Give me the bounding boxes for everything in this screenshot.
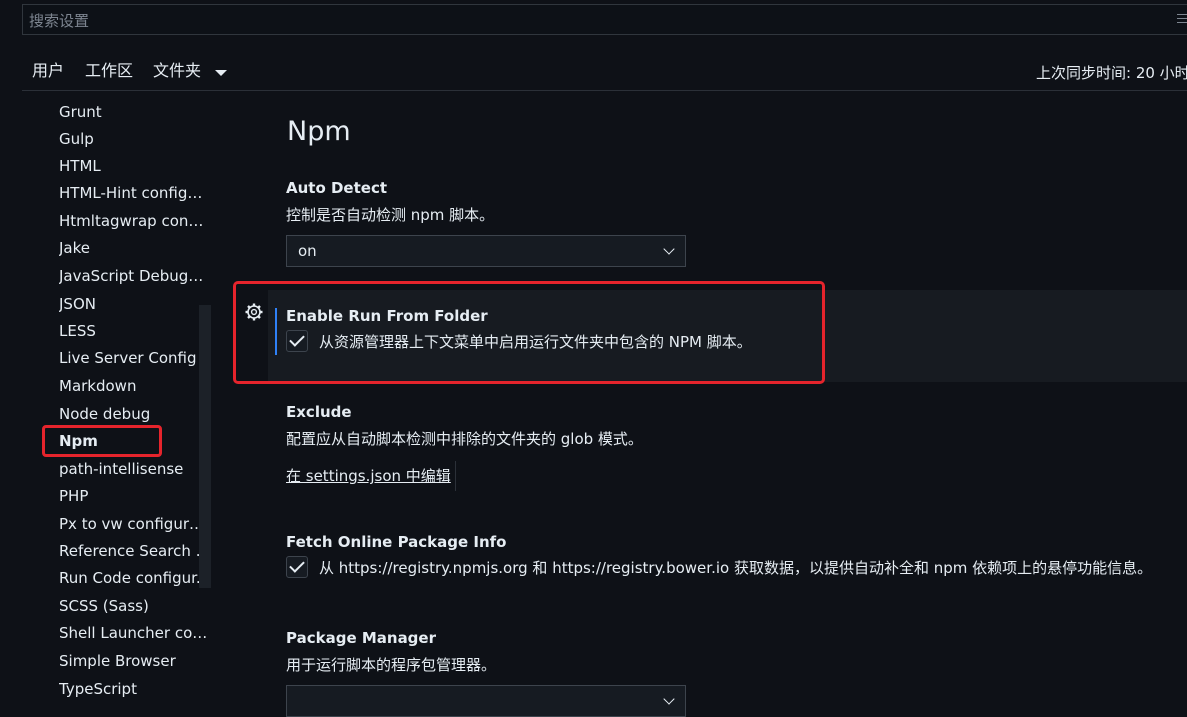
chevron-down-icon[interactable] [215,70,227,76]
toc-item-path-intellisense[interactable]: path-intellisense [59,457,211,481]
package-manager-description: 用于运行脚本的程序包管理器。 [286,656,497,674]
tab-folder[interactable]: 文件夹 [153,54,201,90]
search-bar [22,4,1187,35]
toc-item-html-hint[interactable]: HTML-Hint configu... [59,181,211,205]
chevron-down-icon [663,693,675,705]
settings-toc: Grunt Gulp HTML HTML-Hint configu... Htm… [0,100,214,698]
package-manager-dropdown[interactable] [286,685,686,717]
toc-item-px-to-vw[interactable]: Px to vw configurat... [59,512,211,536]
toc-item-html[interactable]: HTML [59,154,211,178]
fetch-info-label: 从 https://registry.npmjs.org 和 https://r… [319,559,1153,577]
toc-item-htmltagwrap[interactable]: Htmltagwrap confi... [59,209,211,233]
toc-item-simple-browser[interactable]: Simple Browser [59,649,211,673]
toc-item-live-server[interactable]: Live Server Config [59,346,211,370]
section-title: Npm [287,116,351,147]
search-input[interactable] [27,8,1151,34]
exclude-title: Exclude [286,403,352,421]
toc-scrollbar[interactable] [199,305,211,588]
toc-item-javascript-debugger[interactable]: JavaScript Debugger [59,264,211,288]
checkmark-icon [289,557,305,573]
auto-detect-description: 控制是否自动检测 npm 脚本。 [286,206,495,224]
toc-item-json[interactable]: JSON [59,292,211,316]
toc-item-php[interactable]: PHP [59,484,211,508]
auto-detect-dropdown[interactable]: on [286,235,686,267]
sync-status: 上次同步时间: 20 小时 [1036,64,1187,82]
filter-list-icon[interactable] [1177,14,1187,26]
toc-item-shell-launcher[interactable]: Shell Launcher conf... [59,621,211,645]
toc-item-jake[interactable]: Jake [59,236,211,260]
toc-item-run-code[interactable]: Run Code configur... [59,566,211,590]
toc-item-node-debug[interactable]: Node debug [59,402,211,426]
toc-item-gulp[interactable]: Gulp [59,127,211,151]
fetch-info-title: Fetch Online Package Info [286,533,507,551]
auto-detect-value: on [298,242,317,260]
toc-item-typescript[interactable]: TypeScript [59,677,211,698]
edit-in-settings-json-link[interactable]: 在 settings.json 中编辑 [286,461,456,491]
toc-item-grunt[interactable]: Grunt [59,100,211,124]
fetch-info-checkbox[interactable] [286,556,308,578]
tab-workspace[interactable]: 工作区 [85,54,133,90]
toc-item-less[interactable]: LESS [59,319,211,343]
tab-user[interactable]: 用户 [32,54,65,91]
toc-item-markdown[interactable]: Markdown [59,374,211,398]
toc-item-reference-search[interactable]: Reference Search V... [59,539,211,563]
annotation-highlight-setting [233,281,825,384]
divider [22,90,1187,91]
annotation-highlight-npm [42,425,162,457]
chevron-down-icon [663,243,675,255]
toc-item-scss[interactable]: SCSS (Sass) [59,594,211,618]
auto-detect-title: Auto Detect [286,179,388,197]
exclude-description: 配置应从自动脚本检测中排除的文件夹的 glob 模式。 [286,430,643,448]
package-manager-title: Package Manager [286,629,436,647]
